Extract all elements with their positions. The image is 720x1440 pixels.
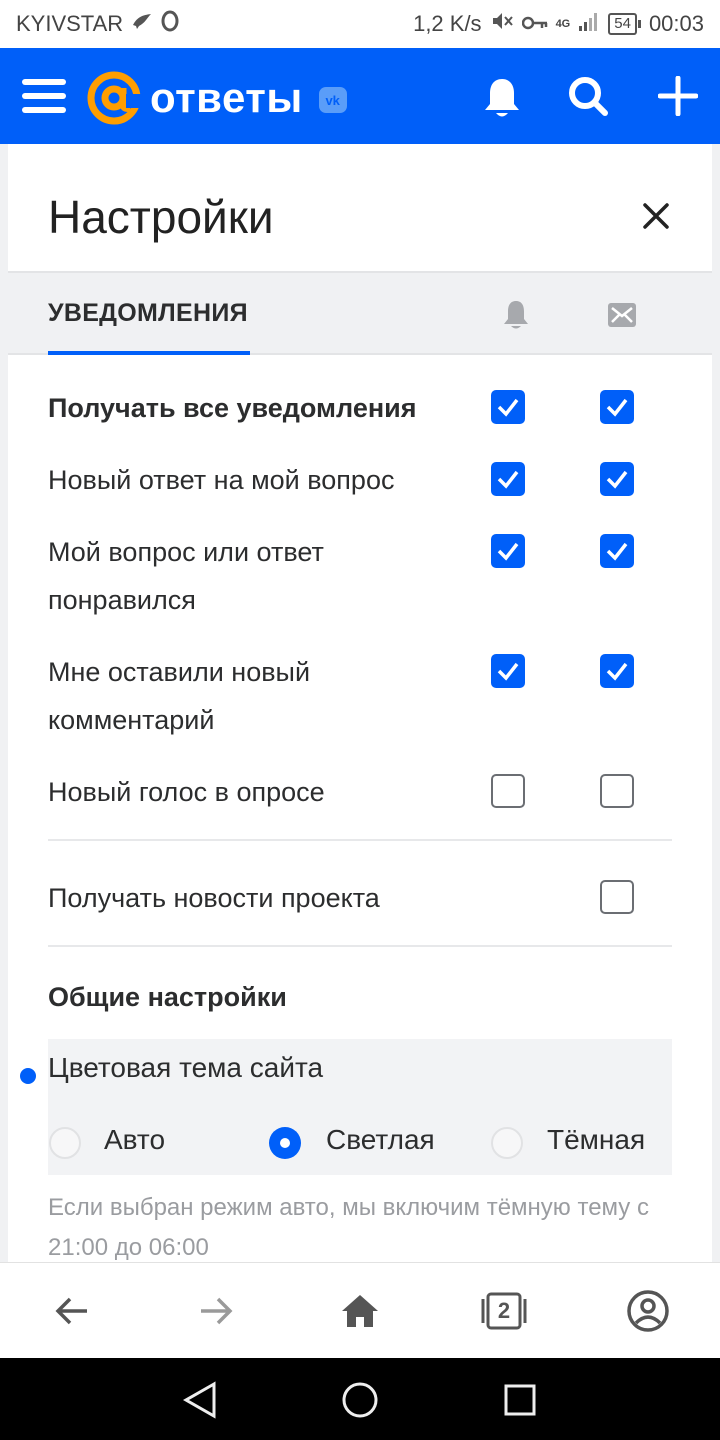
add-question-button[interactable]: [656, 74, 700, 118]
forward-button[interactable]: [190, 1285, 242, 1337]
checkbox-comment-email[interactable]: [600, 654, 634, 688]
radio-theme-dark[interactable]: [491, 1127, 523, 1159]
row-news-label: Получать новости проекта: [48, 883, 380, 913]
triangle-back-icon: [182, 1381, 216, 1419]
check-icon: [606, 662, 628, 681]
nav-back-button[interactable]: [178, 1378, 222, 1422]
check-icon: [606, 398, 628, 417]
row-all-notifications-label: Получать все уведомления: [48, 393, 417, 423]
radio-theme-light[interactable]: [269, 1127, 301, 1159]
row-poll-vote-label: Новый голос в опросе: [48, 777, 325, 807]
checkbox-news-email[interactable]: [600, 880, 634, 914]
radio-theme-auto-label[interactable]: Авто: [104, 1124, 165, 1156]
carrier-name: KYIVSTAR: [16, 11, 124, 36]
check-icon: [497, 398, 519, 417]
battery-icon: 54: [608, 13, 641, 35]
menu-button[interactable]: [20, 74, 68, 118]
status-bar: KYIVSTAR 1,2 K/s 4G 54 00:03: [0, 0, 720, 48]
checkbox-new-answer-email[interactable]: [600, 462, 634, 496]
back-button[interactable]: [46, 1285, 98, 1337]
tab-notifications[interactable]: УВЕДОМЛЕНИЯ: [48, 299, 248, 328]
arrow-right-icon: [201, 1297, 233, 1325]
row-liked-label: Мой вопрос или ответ понравился: [48, 537, 324, 615]
radio-theme-light-label[interactable]: Светлая: [326, 1124, 435, 1156]
network-type: 4G: [555, 18, 571, 30]
clock: 00:03: [648, 11, 704, 36]
battery-level: 54: [608, 13, 637, 35]
general-settings-title: Общие настройки: [48, 982, 287, 1012]
browser-toolbar: 2: [0, 1262, 720, 1358]
system-nav-bar: [0, 1358, 720, 1440]
arrow-left-icon: [55, 1297, 87, 1325]
checkbox-new-answer-push[interactable]: [491, 462, 525, 496]
home-icon: [342, 1295, 378, 1327]
logo-text: ответы: [150, 74, 303, 121]
radio-theme-dark-label[interactable]: Тёмная: [547, 1124, 645, 1156]
nav-home-button[interactable]: [338, 1378, 382, 1422]
checkbox-all-email[interactable]: [600, 390, 634, 424]
account-circle-icon: [627, 1290, 669, 1332]
square-recents-icon: [504, 1384, 536, 1416]
home-button[interactable]: [334, 1285, 386, 1337]
key-icon: [521, 11, 548, 37]
check-icon: [606, 470, 628, 489]
check-icon: [497, 542, 519, 561]
checkbox-all-push[interactable]: [491, 390, 525, 424]
tabs-count: 2: [497, 1298, 511, 1323]
bird-icon: [131, 11, 153, 37]
hamburger-icon: [22, 79, 66, 113]
bell-icon: [498, 297, 534, 333]
mail-icon: [604, 297, 640, 333]
signal-icon: [578, 10, 600, 38]
tab-active-indicator: [48, 351, 250, 355]
checkbox-liked-email[interactable]: [600, 534, 634, 568]
circle-home-icon: [342, 1382, 378, 1418]
row-comment-label: Мне оставили новый комментарий: [48, 657, 311, 735]
profile-button[interactable]: [622, 1285, 674, 1337]
checkbox-poll-vote-email[interactable]: [600, 774, 634, 808]
divider: [48, 839, 672, 841]
bell-icon: [485, 79, 519, 117]
checkbox-liked-push[interactable]: [491, 534, 525, 568]
checkbox-comment-push[interactable]: [491, 654, 525, 688]
theme-label: Цветовая тема сайта: [48, 1052, 324, 1083]
row-new-answer-label: Новый ответ на мой вопрос: [48, 465, 395, 495]
close-button[interactable]: [636, 196, 676, 236]
mute-icon: [490, 10, 514, 38]
checkbox-poll-vote-push[interactable]: [491, 774, 525, 808]
check-icon: [606, 542, 628, 561]
vk-badge: vk: [318, 87, 347, 113]
search-button[interactable]: [566, 74, 610, 118]
logo[interactable]: ответы vk: [86, 70, 347, 126]
app-header: ответы vk: [0, 48, 720, 144]
tabs-bar: УВЕДОМЛЕНИЯ: [8, 271, 712, 355]
close-icon: [643, 203, 669, 229]
opera-icon: [161, 10, 179, 38]
nav-recents-button[interactable]: [498, 1378, 542, 1422]
settings-panel: Настройки УВЕДОМЛЕНИЯ Получать все уведо…: [8, 144, 712, 1262]
focus-indicator: [20, 1068, 36, 1084]
at-sign-icon: [87, 71, 142, 125]
search-icon: [569, 77, 608, 116]
page-title: Настройки: [48, 191, 274, 243]
notifications-button[interactable]: [480, 74, 524, 122]
plus-icon: [658, 76, 698, 116]
tabs-button[interactable]: 2: [478, 1285, 530, 1337]
theme-hint: Если выбран режим авто, мы включим тёмну…: [48, 1194, 649, 1261]
radio-theme-auto[interactable]: [49, 1127, 81, 1159]
divider: [48, 945, 672, 947]
net-speed: 1,2 K/s: [413, 11, 482, 36]
check-icon: [497, 662, 519, 681]
check-icon: [497, 470, 519, 489]
